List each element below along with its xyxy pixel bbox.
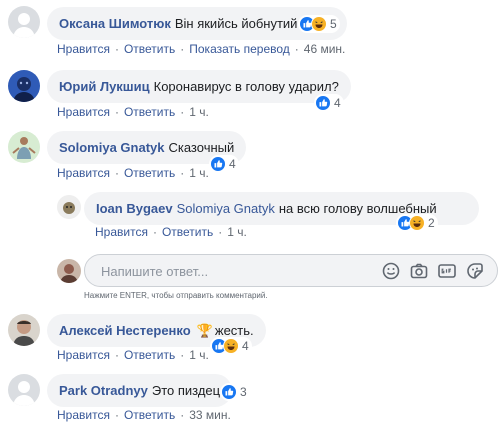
avatar[interactable] xyxy=(8,314,40,346)
reaction-summary[interactable]: 4 xyxy=(314,94,344,112)
like-button[interactable]: Нравится xyxy=(95,225,148,239)
reaction-summary[interactable]: 5 xyxy=(298,15,340,33)
like-icon xyxy=(315,95,331,111)
like-button[interactable]: Нравится xyxy=(57,42,110,56)
comment-text: Это пиздец xyxy=(151,383,221,398)
trophy-icon: 🏆 xyxy=(196,322,213,338)
timestamp[interactable]: 1 ч. xyxy=(189,105,209,119)
reaction-count: 4 xyxy=(242,339,249,353)
like-button[interactable]: Нравится xyxy=(57,348,110,362)
reaction-count: 3 xyxy=(240,385,247,399)
mention-link[interactable]: Solomiya Gnatyk xyxy=(177,201,275,216)
comment-actions: Нравится · Ответить · 1 ч. xyxy=(57,166,209,180)
comment-author[interactable]: Park Otradnyy xyxy=(59,383,148,398)
comment-author[interactable]: Юрий Лукшиц xyxy=(59,79,150,94)
current-user-avatar xyxy=(57,259,81,283)
timestamp[interactable]: 1 ч. xyxy=(189,348,209,362)
avatar[interactable] xyxy=(8,374,40,406)
translate-button[interactable]: Показать перевод xyxy=(189,42,290,56)
reply-button[interactable]: Ответить xyxy=(124,105,175,119)
comment-author[interactable]: Алексей Нестеренко xyxy=(59,323,191,338)
comment-author[interactable]: Solomiya Gnatyk xyxy=(59,140,164,155)
timestamp[interactable]: 33 мин. xyxy=(189,408,231,422)
reaction-summary[interactable]: 2 xyxy=(396,214,438,232)
reply-button[interactable]: Ответить xyxy=(162,225,213,239)
reply-button[interactable]: Ответить xyxy=(124,166,175,180)
like-button[interactable]: Нравится xyxy=(57,166,110,180)
reply-composer xyxy=(84,254,498,288)
comment-actions: Нравится · Ответить · 33 мин. xyxy=(57,408,231,422)
comment-text: Коронавирус в голову ударил? xyxy=(153,79,339,94)
comment-author[interactable]: Оксана Шимотюк xyxy=(59,16,171,31)
comment-actions: Нравится · Ответить · 1 ч. xyxy=(57,105,209,119)
comment-actions: Нравится · Ответить · 1 ч. xyxy=(57,348,209,362)
reply-button[interactable]: Ответить xyxy=(124,408,175,422)
comment-text: жесть. xyxy=(214,323,254,338)
reaction-summary[interactable]: 4 xyxy=(209,155,239,173)
reply-input[interactable] xyxy=(99,255,383,288)
sticker-icon[interactable] xyxy=(465,261,485,281)
emoji-icon[interactable] xyxy=(381,261,401,281)
camera-icon[interactable] xyxy=(409,261,429,281)
timestamp[interactable]: 1 ч. xyxy=(189,166,209,180)
comment-actions: Нравится · Ответить · Показать перевод · 46 ми… xyxy=(57,42,346,56)
reaction-summary[interactable]: 4 xyxy=(210,337,252,355)
comment-text: Сказочный xyxy=(168,140,235,155)
comment-author[interactable]: Ioan Bygaev xyxy=(96,201,173,216)
avatar[interactable] xyxy=(8,6,40,38)
avatar[interactable] xyxy=(8,70,40,102)
like-button[interactable]: Нравится xyxy=(57,105,110,119)
like-button[interactable]: Нравится xyxy=(57,408,110,422)
comment-bubble: Юрий Лукшиц Коронавирус в голову ударил? xyxy=(47,70,351,103)
haha-icon xyxy=(311,16,327,32)
reply-button[interactable]: Ответить xyxy=(124,348,175,362)
haha-icon xyxy=(223,338,239,354)
reply-button[interactable]: Ответить xyxy=(124,42,175,56)
reaction-count: 2 xyxy=(428,216,435,230)
gif-icon[interactable] xyxy=(437,261,457,281)
reaction-count: 4 xyxy=(229,157,236,171)
avatar[interactable] xyxy=(8,131,40,163)
timestamp[interactable]: 1 ч. xyxy=(227,225,247,239)
reaction-count: 5 xyxy=(330,17,337,31)
avatar[interactable] xyxy=(57,195,81,219)
timestamp[interactable]: 46 мин. xyxy=(304,42,346,56)
comment-text: Він якийсь йобнутий xyxy=(174,16,298,31)
comment-actions: Нравится · Ответить · 1 ч. xyxy=(95,225,247,239)
reaction-count: 4 xyxy=(334,96,341,110)
like-icon xyxy=(221,384,237,400)
comment-bubble: Park Otradnyy Это пиздец xyxy=(47,374,233,407)
haha-icon xyxy=(409,215,425,231)
like-icon xyxy=(210,156,226,172)
reaction-summary[interactable]: 3 xyxy=(220,383,250,401)
compose-hint: Нажмите ENTER, чтобы отправить комментар… xyxy=(84,291,268,300)
